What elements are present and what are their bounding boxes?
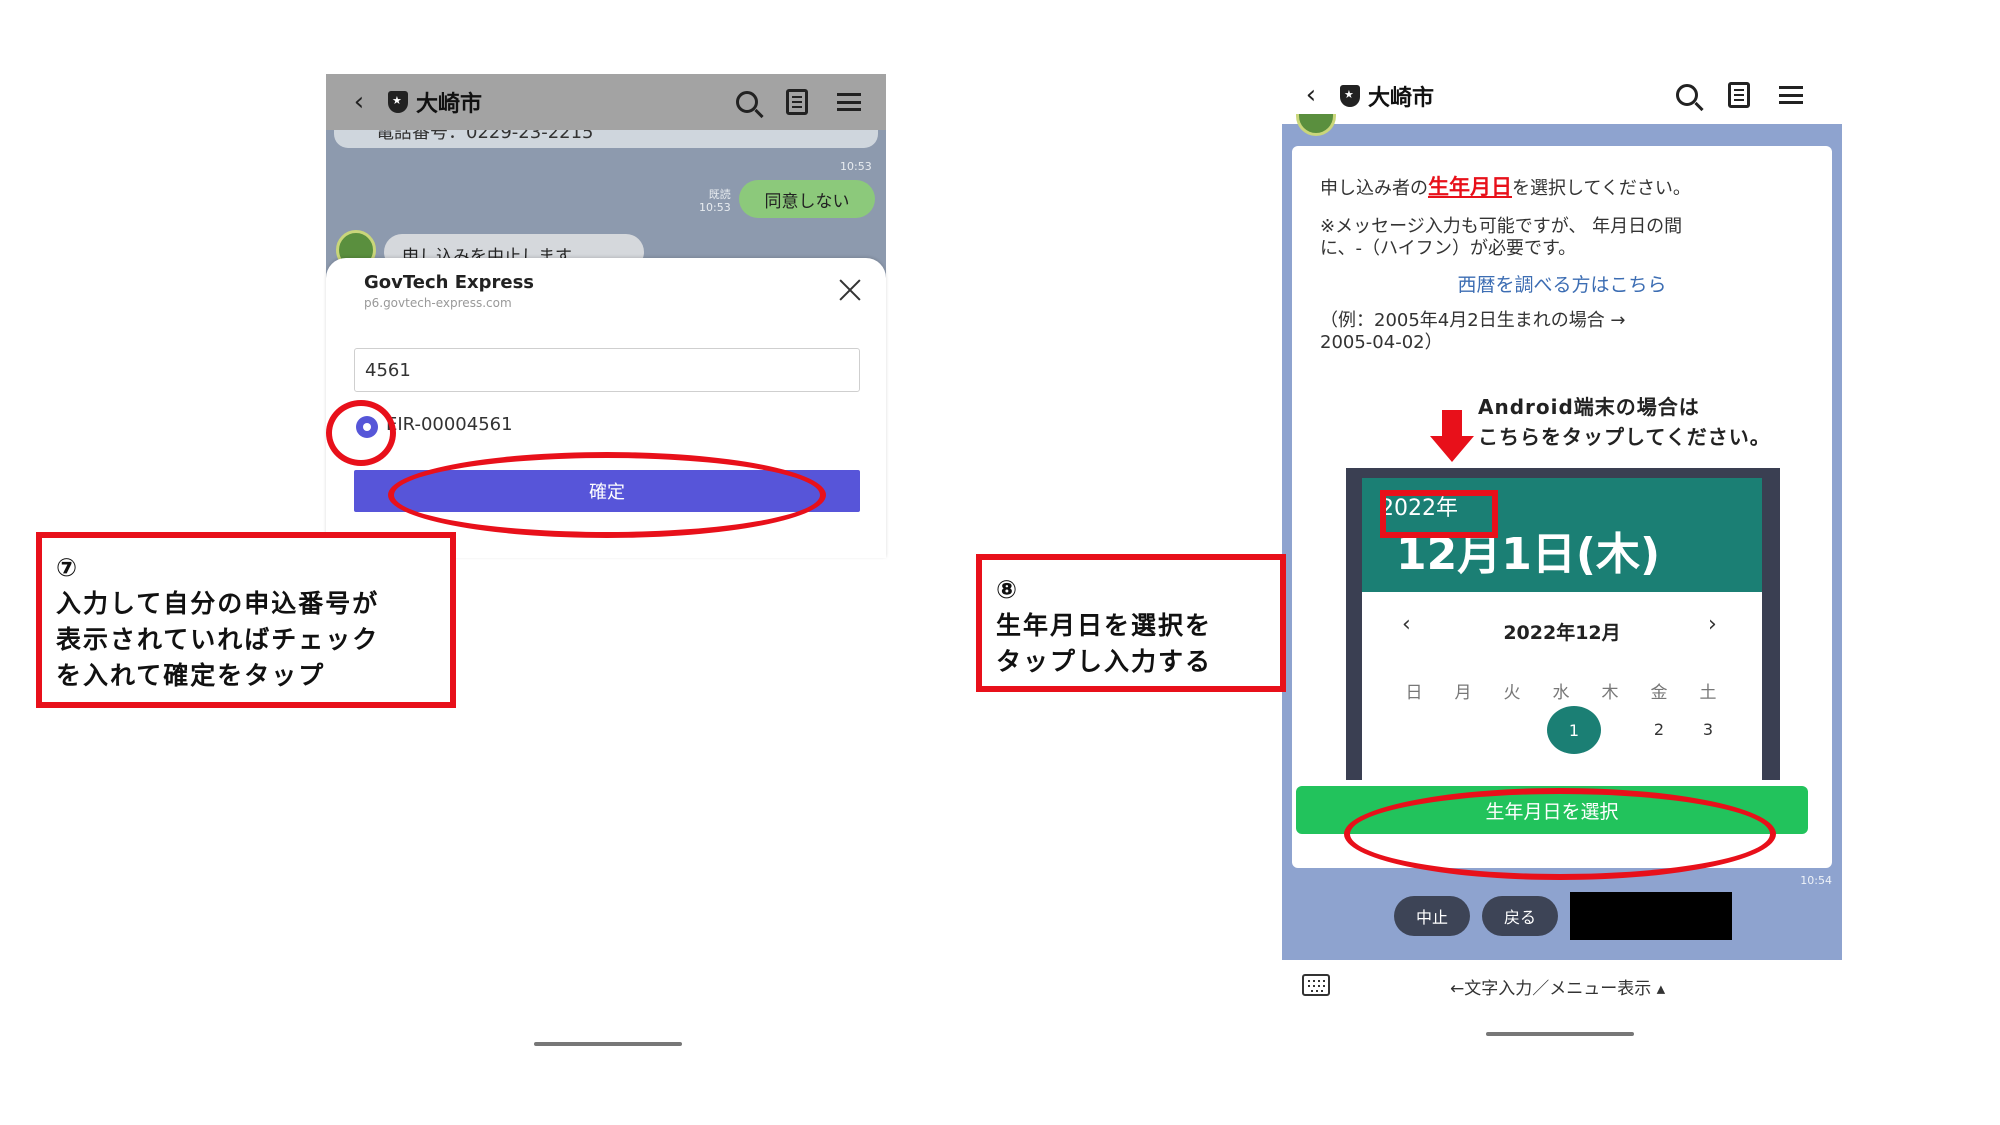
weekday-label: 水 <box>1552 683 1570 703</box>
menu-icon[interactable] <box>832 85 866 119</box>
sheet-title: GovTech Express <box>364 272 535 293</box>
instruction-suffix: を選択してください。 <box>1512 178 1691 199</box>
read-label: 既読 <box>708 188 731 201</box>
date-picker-grid: ‹ 2022年12月 › 日 月 火 水 木 金 土 1 2 3 <box>1362 592 1762 780</box>
birthdate-message-card: 申し込み者の生年月日を選択してください。 ※メッセージ入力も可能ですが、 年月日… <box>1292 146 1832 868</box>
example-text: （例：2005年4月2日生まれの場合 → 2005-04-02） <box>1320 310 1626 354</box>
chat-title: 大崎市 <box>388 86 482 118</box>
note-line2: に、-（ハイフン）が必要です。 <box>1320 238 1577 259</box>
note-icon[interactable] <box>780 85 814 119</box>
highlight-confirm-ellipse <box>388 452 826 538</box>
step7-line3: を入れて確定をタップ <box>56 661 326 690</box>
search-icon[interactable] <box>730 85 764 119</box>
weekday-label: 金 <box>1650 683 1668 703</box>
message-time: 10:54 <box>1800 874 1832 887</box>
weekday-label: 土 <box>1699 683 1717 703</box>
application-radio-label[interactable]: EIR-00004561 <box>386 414 513 435</box>
step7-line2: 表示されていればチェック <box>56 625 380 654</box>
step7-annotation-box: ⑦ 入力して自分の申込番号が 表示されていればチェック を入れて確定をタップ <box>36 532 456 708</box>
shield-icon <box>1340 85 1360 107</box>
sheet-domain: p6.govtech-express.com <box>364 296 512 310</box>
western-year-lookup-link[interactable]: 西暦を調べる方はこちら <box>1292 270 1832 297</box>
weekday-label: 日 <box>1405 683 1423 703</box>
next-month-icon: › <box>1708 612 1717 637</box>
instruction-highlight: 生年月日 <box>1428 175 1512 199</box>
weekday-label: 月 <box>1454 683 1472 703</box>
hyphen-note: ※メッセージ入力も可能ですが、 年月日の間 に、-（ハイフン）が必要です。 <box>1320 216 1682 260</box>
back-chevron-icon[interactable]: ‹ <box>1294 78 1328 112</box>
chat-header: ‹ 大崎市 <box>326 74 886 130</box>
date-picker-month: 2022年12月 <box>1503 622 1621 644</box>
chat-title: 大崎市 <box>1340 80 1434 112</box>
chat-title-text: 大崎市 <box>416 92 483 117</box>
step7-annotation-text: ⑦ 入力して自分の申込番号が 表示されていればチェック を入れて確定をタップ <box>56 550 379 694</box>
right-phone-screen: ‹ 大崎市 申し込み者の生年月日を選択してください。 ※メッセージ入力も可能です… <box>1282 66 1842 1046</box>
application-number-input[interactable] <box>354 348 860 392</box>
message-time: 10:53 <box>840 160 872 173</box>
note-line1: ※メッセージ入力も可能ですが、 年月日の間 <box>1320 216 1683 237</box>
chat-header: ‹ 大崎市 <box>1282 66 1842 124</box>
android-hint-line1: Android端末の場合は <box>1478 395 1700 419</box>
arrow-down-icon <box>1430 410 1476 462</box>
weekday-label: 火 <box>1503 683 1521 703</box>
step7-line1: 入力して自分の申込番号が <box>56 589 380 618</box>
search-icon[interactable] <box>1670 78 1704 112</box>
instruction-prefix: 申し込み者の <box>1320 178 1428 199</box>
home-indicator <box>1486 1032 1634 1036</box>
chat-title-text: 大崎市 <box>1368 86 1435 111</box>
highlight-select-ellipse <box>1344 788 1776 880</box>
step8-number: ⑧ <box>996 575 1020 604</box>
quick-reply-back[interactable]: 戻る <box>1482 896 1558 936</box>
shield-icon <box>388 91 408 113</box>
input-menu-toggle[interactable]: ←文字入力／メニュー表示 ▴ <box>1450 974 1665 999</box>
quick-reply-cancel[interactable]: 中止 <box>1394 896 1470 936</box>
note-icon[interactable] <box>1722 78 1756 112</box>
weekday-label: 木 <box>1601 683 1619 703</box>
calendar-day: 3 <box>1702 720 1714 739</box>
android-hint-line2: こちらをタップしてください。 <box>1478 425 1771 449</box>
close-icon[interactable] <box>836 276 864 304</box>
home-indicator <box>534 1042 682 1046</box>
step8-annotation-box: ⑧ 生年月日を選択を タップし入力する <box>976 554 1286 692</box>
calendar-day: 2 <box>1653 720 1665 739</box>
step8-annotation-text: ⑧ 生年月日を選択を タップし入力する <box>996 572 1212 680</box>
highlight-radio-circle <box>326 400 396 466</box>
user-reply-bubble: 同意しない <box>739 180 875 218</box>
example-line2: 2005-04-02） <box>1320 332 1443 353</box>
step8-line2: タップし入力する <box>996 647 1213 676</box>
keyboard-icon[interactable] <box>1302 974 1330 996</box>
example-line1: （例：2005年4月2日生まれの場合 → <box>1320 310 1626 331</box>
read-receipt: 既読 10:53 <box>699 188 731 214</box>
android-hint: Android端末の場合は こちらをタップしてください。 <box>1478 392 1771 452</box>
highlight-year-box <box>1380 490 1498 538</box>
selected-day: 1 <box>1547 706 1601 754</box>
redacted-block <box>1570 892 1732 940</box>
menu-icon[interactable] <box>1774 78 1808 112</box>
back-chevron-icon[interactable]: ‹ <box>342 85 376 119</box>
step7-number: ⑦ <box>56 553 80 582</box>
step8-line1: 生年月日を選択を <box>996 611 1213 640</box>
birthdate-instruction: 申し込み者の生年月日を選択してください。 <box>1320 176 1691 200</box>
read-time: 10:53 <box>699 201 731 214</box>
